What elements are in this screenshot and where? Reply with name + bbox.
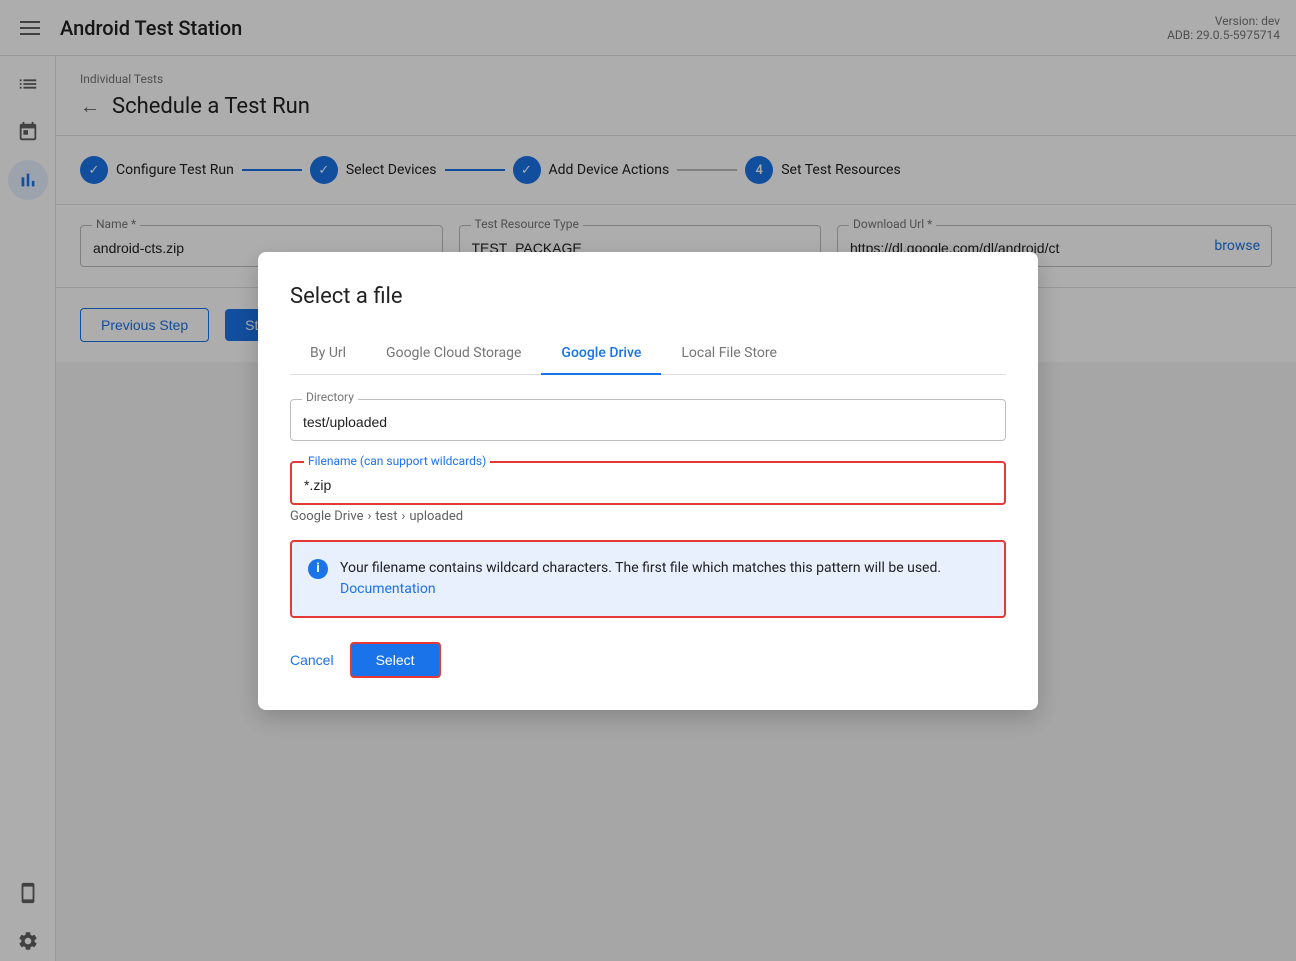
tab-google-cloud-storage[interactable]: Google Cloud Storage bbox=[366, 333, 541, 375]
dialog-select-button[interactable]: Select bbox=[350, 642, 441, 678]
directory-label: Directory bbox=[302, 390, 358, 404]
breadcrumb-sep-2: › bbox=[401, 509, 405, 524]
filename-input[interactable] bbox=[292, 463, 1004, 503]
tab-google-drive[interactable]: Google Drive bbox=[541, 333, 661, 375]
dialog-tabs: By Url Google Cloud Storage Google Drive… bbox=[290, 333, 1006, 375]
info-icon: i bbox=[308, 559, 328, 579]
filename-wrapper: Filename (can support wildcards) bbox=[290, 461, 1006, 505]
dialog-actions: Cancel Select bbox=[290, 642, 1006, 678]
breadcrumb-path2[interactable]: uploaded bbox=[409, 509, 463, 524]
directory-field: Directory bbox=[290, 399, 1006, 441]
breadcrumb-path1[interactable]: test bbox=[375, 509, 397, 524]
tab-local-file-store[interactable]: Local File Store bbox=[661, 333, 797, 375]
documentation-link[interactable]: Documentation bbox=[340, 581, 436, 597]
select-file-dialog: Select a file By Url Google Cloud Storag… bbox=[258, 252, 1038, 710]
directory-input[interactable] bbox=[290, 399, 1006, 441]
wildcard-info-box: i Your filename contains wildcard charac… bbox=[290, 540, 1006, 618]
breadcrumb-sep-1: › bbox=[367, 509, 371, 524]
modal-overlay: Select a file By Url Google Cloud Storag… bbox=[0, 0, 1296, 961]
info-text: Your filename contains wildcard characte… bbox=[340, 558, 988, 600]
dialog-title: Select a file bbox=[290, 284, 1006, 309]
file-path-breadcrumb: Google Drive › test › uploaded bbox=[290, 509, 1006, 524]
filename-label: Filename (can support wildcards) bbox=[304, 454, 490, 468]
dialog-cancel-button[interactable]: Cancel bbox=[290, 652, 334, 668]
tab-by-url[interactable]: By Url bbox=[290, 333, 366, 375]
breadcrumb-root[interactable]: Google Drive bbox=[290, 509, 363, 524]
